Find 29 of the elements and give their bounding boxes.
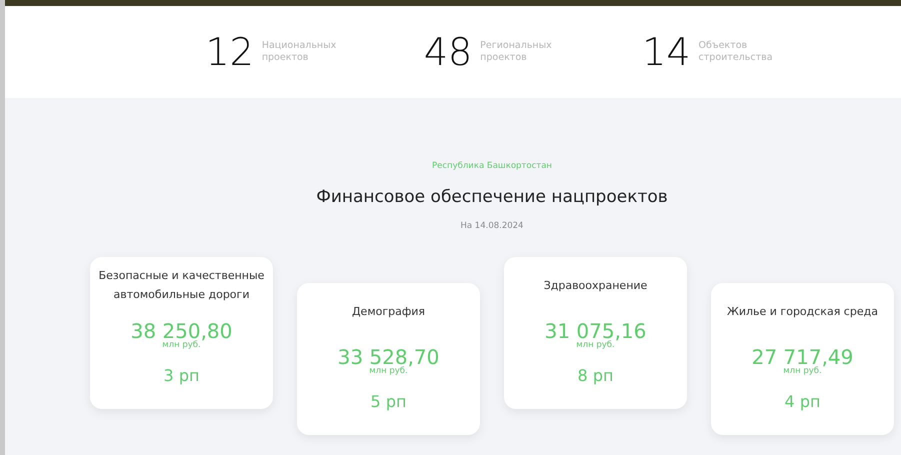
project-card[interactable]: Демография 33 528,70 млн руб. 5 рп <box>297 283 480 435</box>
amount-unit: млн руб. <box>575 341 615 350</box>
project-count: 4 рп <box>784 394 822 410</box>
project-card[interactable]: Жилье и городская среда 27 717,49 млн руб. 4 рп <box>711 283 894 435</box>
amount-unit: млн руб. <box>368 367 408 376</box>
project-count: 3 рп <box>162 368 200 384</box>
region-label: Республика Башкортостан <box>431 160 553 173</box>
project-amount: 31 075,16 <box>544 321 648 341</box>
project-name: Демография <box>352 304 426 320</box>
date-label: На 14.08.2024 <box>460 220 524 233</box>
amount-unit: млн руб. <box>782 367 822 376</box>
stat-label: Объектов строительства <box>698 40 774 64</box>
project-name: Здравоохранение <box>544 278 648 294</box>
project-amount: 33 528,70 <box>336 347 440 367</box>
project-count: 5 рп <box>370 394 408 410</box>
project-card[interactable]: Здравоохранение 31 075,16 млн руб. 8 рп <box>504 257 687 409</box>
project-name: Безопасные и качественные автомобильные дороги <box>98 268 266 303</box>
project-amount: 38 250,80 <box>130 321 234 341</box>
project-count: 8 рп <box>576 368 614 384</box>
amount-unit: млн руб. <box>161 341 201 350</box>
project-amount: 27 717,49 <box>750 347 854 367</box>
stat-label: Национальных проектов <box>262 40 338 64</box>
project-card[interactable]: Безопасные и качественные автомобильные дороги 38 250,80 млн руб. 3 рп <box>90 257 273 409</box>
section-title: Финансовое обеспечение нацпроектов <box>315 186 669 209</box>
stat-label: Региональных проектов <box>480 40 553 64</box>
stat-number: 48 <box>424 33 472 71</box>
stat-number: 12 <box>205 33 254 71</box>
stat-number: 14 <box>642 33 691 71</box>
project-name: Жилье и городская среда <box>727 304 878 320</box>
